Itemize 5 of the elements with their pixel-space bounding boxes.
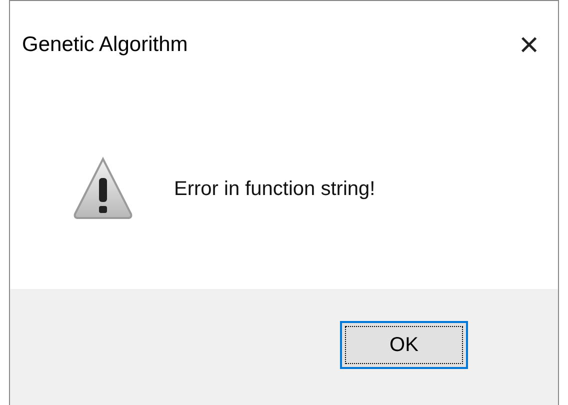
error-message: Error in function string! [174,177,376,202]
window-title: Genetic Algorithm [22,32,188,58]
close-button[interactable]: × [504,23,554,67]
ok-button[interactable]: OK [340,321,468,369]
warning-icon [72,156,134,222]
